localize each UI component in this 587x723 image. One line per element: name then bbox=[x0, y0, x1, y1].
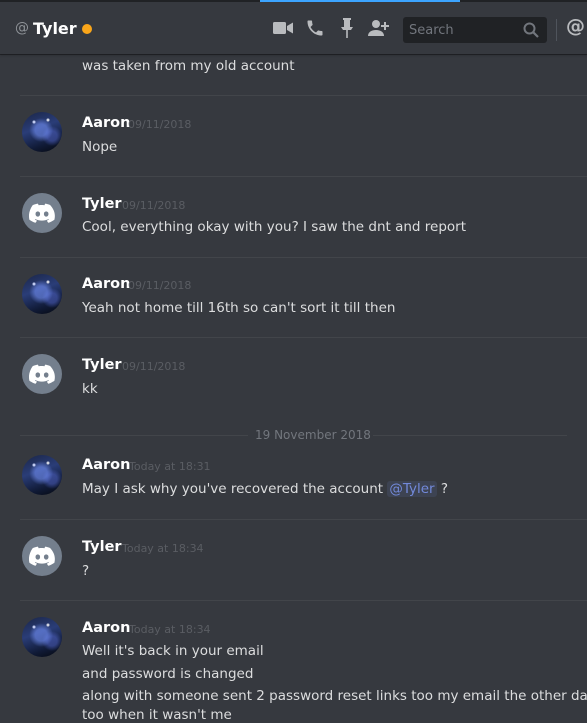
dm-at-icon: @ bbox=[15, 20, 29, 36]
video-icon[interactable] bbox=[272, 17, 294, 39]
message-timestamp: 09/11/2018 bbox=[128, 279, 192, 292]
avatar[interactable] bbox=[22, 455, 62, 495]
message-text-part: May I ask why you've recovered the accou… bbox=[82, 481, 384, 497]
avatar[interactable] bbox=[22, 617, 62, 657]
message-author[interactable]: Aaron bbox=[82, 620, 130, 636]
message-timestamp: 09/11/2018 bbox=[128, 118, 192, 131]
avatar[interactable] bbox=[22, 193, 62, 233]
message-list: was taken from my old account Aaron 09/1… bbox=[0, 54, 587, 723]
message-separator bbox=[20, 519, 587, 520]
message-text: Well it's back in your email bbox=[82, 643, 264, 659]
user-mention[interactable]: @Tyler bbox=[387, 481, 437, 497]
discord-logo-icon bbox=[29, 203, 55, 223]
message-text: May I ask why you've recovered the accou… bbox=[82, 480, 448, 498]
message-text: Yeah not home till 16th so can't sort it… bbox=[82, 300, 396, 316]
message-text: Cool, everything okay with you? I saw th… bbox=[82, 219, 467, 235]
message-text: was taken from my old account bbox=[82, 58, 295, 74]
message-text: ? bbox=[82, 563, 90, 579]
date-divider: 19 November 2018 bbox=[20, 428, 567, 444]
message-timestamp: 09/11/2018 bbox=[122, 360, 186, 373]
date-divider-label: 19 November 2018 bbox=[255, 428, 371, 442]
search-input[interactable] bbox=[403, 17, 517, 43]
message-separator bbox=[20, 95, 587, 96]
message-author[interactable]: Aaron bbox=[82, 457, 130, 473]
message-timestamp: Today at 18:34 bbox=[129, 623, 211, 636]
channel-header: @ Tyler @ bbox=[0, 2, 587, 54]
message-author[interactable]: Aaron bbox=[82, 115, 130, 131]
message-separator bbox=[20, 176, 587, 177]
avatar[interactable] bbox=[22, 112, 62, 152]
avatar[interactable] bbox=[22, 354, 62, 394]
message-author[interactable]: Tyler bbox=[82, 196, 122, 212]
message-text: too when it wasn't me bbox=[82, 707, 232, 723]
mentions-icon[interactable]: @ bbox=[566, 15, 585, 37]
discord-logo-icon bbox=[29, 364, 55, 384]
pin-icon[interactable] bbox=[336, 17, 358, 39]
message-separator bbox=[20, 257, 587, 258]
status-idle-icon bbox=[81, 24, 92, 34]
search-icon bbox=[523, 22, 539, 38]
message-text-part: ? bbox=[440, 481, 449, 497]
message-separator bbox=[20, 337, 587, 338]
message-text: and password is changed bbox=[82, 666, 254, 682]
phone-icon[interactable] bbox=[304, 17, 326, 39]
channel-name[interactable]: Tyler bbox=[33, 19, 77, 38]
message-timestamp: Today at 18:31 bbox=[129, 460, 211, 473]
toolbar-divider bbox=[556, 19, 557, 41]
message-author[interactable]: Tyler bbox=[82, 539, 122, 555]
message-author[interactable]: Tyler bbox=[82, 357, 122, 373]
message-timestamp: Today at 18:34 bbox=[122, 542, 204, 555]
message-text: kk bbox=[82, 381, 98, 397]
message-timestamp: 09/11/2018 bbox=[122, 199, 186, 212]
search-box[interactable] bbox=[403, 17, 547, 43]
avatar[interactable] bbox=[22, 536, 62, 576]
avatar[interactable] bbox=[22, 274, 62, 314]
divider-line bbox=[20, 435, 248, 436]
discord-logo-icon bbox=[29, 546, 55, 566]
header-toolbar bbox=[272, 2, 400, 54]
message-text: along with someone sent 2 password reset… bbox=[82, 688, 587, 704]
divider-line bbox=[373, 435, 567, 436]
message-separator bbox=[20, 600, 587, 601]
message-author[interactable]: Aaron bbox=[82, 276, 130, 292]
message-text: Nope bbox=[82, 139, 118, 155]
add-friend-icon[interactable] bbox=[368, 17, 390, 39]
